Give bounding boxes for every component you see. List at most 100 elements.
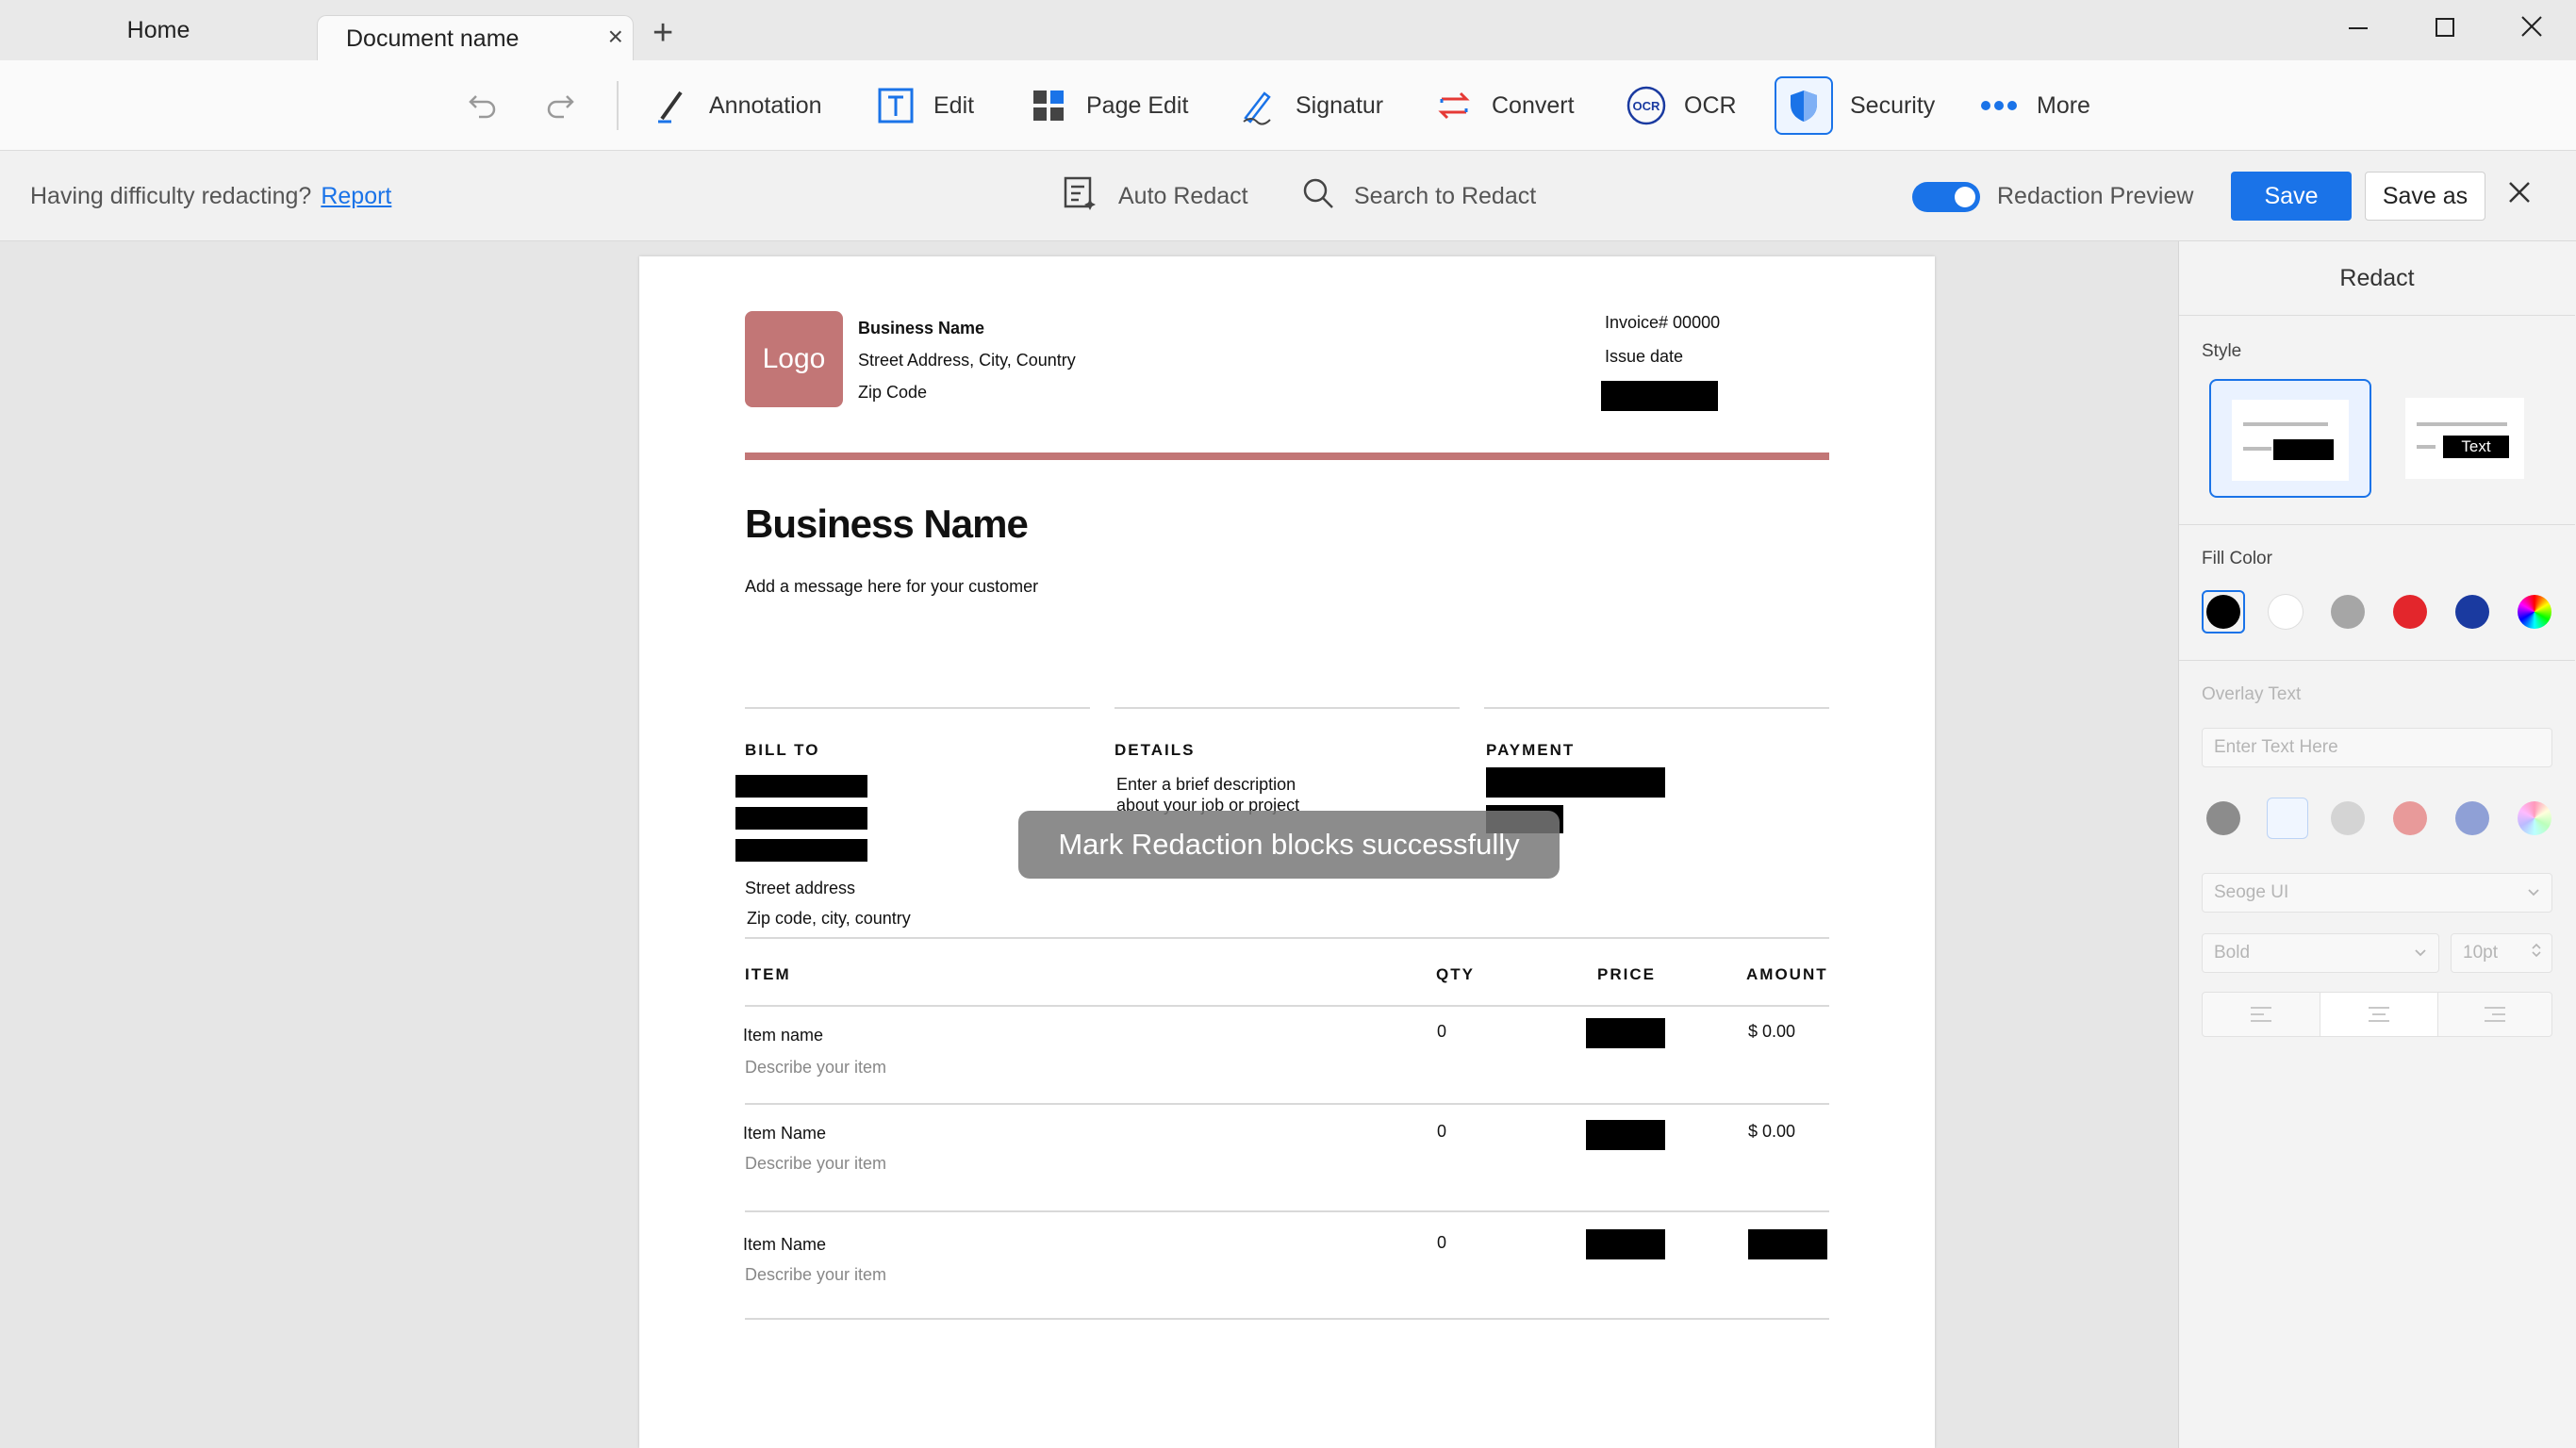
close-tab-icon[interactable]: × (608, 22, 623, 52)
toolbar-security[interactable]: Security (1775, 60, 1935, 151)
panel-divider (2179, 524, 2575, 525)
table-top-divider (745, 937, 1829, 939)
item-qty: 0 (1437, 1233, 1447, 1252)
item-description: Describe your item (745, 1154, 887, 1173)
divider (745, 1005, 1829, 1007)
overlay-text-placeholder: Enter Text Here (2214, 737, 2338, 757)
item-name: Item name (743, 1026, 824, 1045)
overlay-color-picker-icon[interactable] (2518, 801, 2551, 835)
logo-text: Logo (762, 343, 826, 374)
panel-title: Redact (2179, 241, 2575, 316)
redaction-block[interactable] (735, 807, 867, 830)
font-family-select[interactable]: Seoge UI (2202, 873, 2552, 913)
close-window-icon[interactable] (2508, 8, 2555, 53)
fill-color-picker-icon[interactable] (2518, 595, 2551, 629)
search-icon (1301, 176, 1335, 217)
divider (1115, 707, 1460, 709)
redaction-block[interactable] (1486, 767, 1665, 798)
toolbar-signature[interactable]: Signatur (1237, 60, 1383, 151)
header-zip: Zip Code (858, 383, 928, 402)
toolbar-signature-label: Signatur (1296, 91, 1384, 119)
toolbar-edit[interactable]: Edit (875, 60, 974, 151)
payment-heading: PAYMENT (1486, 741, 1576, 759)
bill-to-heading: BILL TO (745, 741, 820, 759)
bill-zip-city: Zip code, city, country (747, 909, 911, 928)
redaction-block[interactable] (735, 839, 867, 862)
fill-color-red[interactable] (2393, 595, 2427, 629)
font-weight-select[interactable]: Bold (2202, 933, 2439, 973)
toolbar-more[interactable]: More (1978, 60, 2090, 151)
redaction-block[interactable] (1586, 1229, 1665, 1259)
overlay-color-light-gray[interactable] (2331, 801, 2365, 835)
save-as-button[interactable]: Save as (2365, 172, 2485, 221)
toolbar-page-edit[interactable]: Page Edit (1028, 60, 1188, 151)
close-redaction-icon[interactable] (2506, 173, 2533, 220)
tab-home-label: Home (126, 16, 190, 43)
auto-redact-button[interactable]: Auto Redact (1062, 151, 1248, 241)
tab-home[interactable]: Home (0, 0, 317, 60)
difficulty-text: Having difficulty redacting? (30, 182, 312, 209)
column-amount: AMOUNT (1746, 965, 1828, 983)
search-to-redact-button[interactable]: Search to Redact (1301, 151, 1536, 241)
save-button[interactable]: Save (2231, 172, 2352, 221)
table-bottom-divider (745, 1318, 1829, 1320)
toolbar-annotation-label: Annotation (709, 91, 822, 119)
overlay-color-gray[interactable] (2206, 801, 2240, 835)
undo-icon[interactable] (462, 87, 500, 129)
new-tab-icon[interactable]: + (652, 13, 673, 54)
style-text-sample: Text (2443, 436, 2509, 458)
font-weight-value: Bold (2214, 943, 2251, 963)
style-option-text[interactable]: Text (2405, 398, 2524, 479)
title-bar: Home Document name × + (0, 0, 2576, 60)
tab-document[interactable]: Document name × (317, 15, 634, 60)
chevron-down-icon (2527, 882, 2540, 903)
toolbar-more-label: More (2037, 91, 2090, 119)
overlay-color-red[interactable] (2393, 801, 2427, 835)
redaction-block[interactable] (1586, 1120, 1665, 1150)
panel-divider (2179, 660, 2575, 661)
text-align-group (2202, 992, 2552, 1037)
overlay-text-label: Overlay Text (2202, 684, 2302, 704)
align-right-icon[interactable] (2436, 993, 2553, 1036)
minimize-icon[interactable] (2335, 8, 2382, 53)
column-item: ITEM (745, 965, 791, 983)
overlay-color-white[interactable] (2267, 798, 2308, 839)
align-left-icon[interactable] (2203, 993, 2320, 1036)
overlay-text-input[interactable]: Enter Text Here (2202, 728, 2552, 767)
fill-color-black[interactable] (2206, 595, 2240, 629)
details-text-line-1: Enter a brief description (1116, 775, 1296, 794)
toolbar-annotation[interactable]: Annotation (651, 60, 822, 151)
shield-icon (1775, 76, 1833, 135)
item-description: Describe your item (745, 1058, 887, 1077)
style-option-fill[interactable] (2209, 379, 2371, 498)
item-qty: 0 (1437, 1022, 1447, 1041)
align-center-icon[interactable] (2320, 993, 2438, 1036)
tab-document-label: Document name (346, 25, 520, 52)
report-link[interactable]: Report (321, 183, 391, 210)
toolbar-ocr[interactable]: OCR OCR (1626, 60, 1737, 151)
signature-icon (1237, 85, 1279, 126)
toast-notification: Mark Redaction blocks successfully (1018, 811, 1560, 879)
text-edit-icon (875, 85, 916, 126)
fill-color-blue[interactable] (2455, 595, 2489, 629)
redaction-block[interactable] (1748, 1229, 1827, 1259)
redaction-block[interactable] (1601, 381, 1718, 411)
issue-date-label: Issue date (1605, 347, 1684, 366)
redaction-preview-label: Redaction Preview (1997, 182, 2194, 209)
redaction-preview-toggle[interactable] (1912, 182, 1980, 212)
redaction-block[interactable] (1586, 1018, 1665, 1048)
fill-color-white[interactable] (2269, 595, 2303, 629)
font-size-stepper[interactable]: 10pt (2451, 933, 2552, 973)
maximize-icon[interactable] (2421, 8, 2469, 53)
fill-color-gray[interactable] (2331, 595, 2365, 629)
item-name: Item Name (743, 1235, 827, 1254)
toolbar-convert[interactable]: Convert (1433, 60, 1575, 151)
document-title: Business Name (745, 502, 1029, 546)
redaction-block[interactable] (735, 775, 867, 798)
redo-icon[interactable] (543, 87, 581, 129)
auto-redact-label: Auto Redact (1118, 182, 1248, 209)
auto-redact-icon (1062, 174, 1099, 219)
toolbar-edit-label: Edit (933, 91, 975, 119)
header-business-name: Business Name (858, 319, 985, 337)
overlay-color-blue[interactable] (2455, 801, 2489, 835)
